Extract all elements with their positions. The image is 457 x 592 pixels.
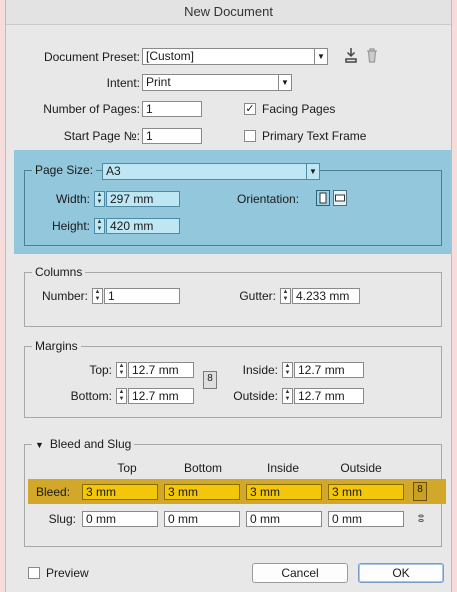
stepper-arrows-icon: ▲ ▼ (282, 289, 289, 302)
page-size-select[interactable]: A3 ▼ (102, 163, 320, 180)
link-margins-chain-icon[interactable]: 8 (203, 371, 217, 389)
column-number-field[interactable]: 1 (104, 288, 180, 304)
facing-pages-checkbox[interactable]: ✓ (244, 103, 256, 115)
bleed-top-field[interactable]: 3 mm (82, 484, 158, 500)
margin-outside-field[interactable]: 12.7 mm (294, 388, 364, 404)
chevron-down-icon: ▼ (278, 75, 291, 90)
save-preset-icon[interactable] (344, 47, 358, 63)
trash-icon[interactable] (366, 47, 378, 63)
height-stepper[interactable]: ▲ ▼ (94, 218, 105, 234)
intent-value: Print (146, 75, 171, 89)
margin-top-stepper[interactable]: ▲ ▼ (116, 362, 127, 378)
height-label: Height: (51, 219, 90, 233)
bleed-slug-title: Bleed and Slug (49, 437, 132, 451)
start-page-field[interactable]: 1 (142, 128, 202, 144)
margin-top-label: Top: (89, 363, 112, 377)
page-size-label: Page Size: (32, 163, 97, 177)
bleed-label: Bleed: (36, 485, 71, 499)
margin-outside-stepper[interactable]: ▲ ▼ (282, 388, 293, 404)
page-size-group (24, 170, 442, 246)
margins-group (24, 346, 442, 418)
primary-text-frame-checkbox[interactable] (244, 130, 256, 142)
gutter-field[interactable]: 4.233 mm (292, 288, 360, 304)
margin-bottom-stepper[interactable]: ▲ ▼ (116, 388, 127, 404)
stepper-arrows-icon: ▲ ▼ (284, 389, 291, 402)
disclosure-triangle-icon: ▼ (35, 440, 44, 450)
margin-bottom-field[interactable]: 12.7 mm (128, 388, 194, 404)
width-field[interactable]: 297 mm (106, 191, 180, 207)
document-preset-select[interactable]: [Custom] ▼ (142, 48, 328, 65)
bleed-inside-field[interactable]: 3 mm (246, 484, 322, 500)
broken-chain-icon[interactable]: ⵓ (414, 511, 428, 528)
page-size-value: A3 (106, 164, 121, 178)
column-number-stepper[interactable]: ▲ ▼ (92, 288, 103, 304)
gutter-stepper[interactable]: ▲ ▼ (280, 288, 291, 304)
bleed-slug-header[interactable]: ▼ Bleed and Slug (32, 437, 135, 451)
slug-label: Slug: (48, 512, 76, 526)
chevron-down-icon: ▼ (306, 164, 319, 179)
number-of-pages-field[interactable]: 1 (142, 101, 202, 117)
height-field[interactable]: 420 mm (106, 218, 180, 234)
start-page-label: Start Page №: (63, 129, 140, 143)
margin-inside-stepper[interactable]: ▲ ▼ (282, 362, 293, 378)
stepper-arrows-icon: ▲ ▼ (284, 363, 291, 376)
preview-label: Preview (46, 566, 89, 580)
slug-top-field[interactable]: 0 mm (82, 511, 158, 527)
document-preset-label: Document Preset: (43, 50, 140, 64)
slug-outside-field[interactable]: 0 mm (328, 511, 404, 527)
stepper-arrows-icon: ▲ ▼ (118, 389, 125, 402)
margin-bottom-label: Bottom: (70, 389, 112, 403)
column-number-label: Number: (41, 289, 88, 303)
bleed-header-bottom: Bottom (183, 461, 222, 475)
bleed-header-outside: Outside (340, 461, 382, 475)
slug-inside-field[interactable]: 0 mm (246, 511, 322, 527)
margin-outside-label: Outside: (233, 389, 278, 403)
chevron-down-icon: ▼ (314, 49, 327, 64)
width-label: Width: (55, 192, 90, 206)
margin-inside-field[interactable]: 12.7 mm (294, 362, 364, 378)
primary-text-frame-label: Primary Text Frame (262, 129, 367, 143)
portrait-orientation-icon[interactable] (316, 190, 330, 206)
intent-label: Intent: (106, 76, 140, 90)
preview-checkbox[interactable] (28, 567, 40, 579)
stepper-arrows-icon: ▲ ▼ (96, 219, 103, 232)
new-document-dialog: New Document Document Preset: [Custom] ▼… (6, 0, 451, 592)
ok-button[interactable]: OK (358, 563, 444, 583)
gutter-label: Gutter: (239, 289, 276, 303)
margin-top-field[interactable]: 12.7 mm (128, 362, 194, 378)
bleed-header-top: Top (117, 461, 137, 475)
stepper-arrows-icon: ▲ ▼ (96, 192, 103, 205)
columns-title: Columns (32, 265, 86, 279)
intent-select[interactable]: Print ▼ (142, 74, 292, 91)
margins-title: Margins (32, 339, 81, 353)
stepper-arrows-icon: ▲ ▼ (94, 289, 101, 302)
checkmark-icon: ✓ (245, 103, 255, 115)
cancel-button[interactable]: Cancel (252, 563, 348, 583)
document-preset-value: [Custom] (146, 49, 195, 63)
slug-bottom-field[interactable]: 0 mm (164, 511, 240, 527)
facing-pages-label: Facing Pages (262, 102, 336, 116)
bleed-bottom-field[interactable]: 3 mm (164, 484, 240, 500)
orientation-label: Orientation: (237, 192, 300, 206)
stepper-arrows-icon: ▲ ▼ (118, 363, 125, 376)
number-of-pages-label: Number of Pages: (43, 102, 140, 116)
link-bleed-chain-icon[interactable]: 8 (413, 482, 427, 501)
landscape-orientation-icon[interactable] (333, 190, 347, 206)
window-title: New Document (6, 0, 451, 25)
bleed-outside-field[interactable]: 3 mm (328, 484, 404, 500)
margin-inside-label: Inside: (242, 363, 278, 377)
bleed-header-inside: Inside (266, 461, 300, 475)
width-stepper[interactable]: ▲ ▼ (94, 191, 105, 207)
